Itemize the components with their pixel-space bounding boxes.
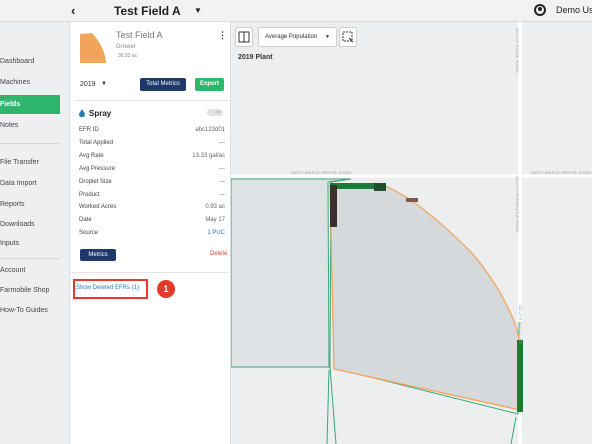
coverage-strip: [406, 198, 418, 202]
chevron-down-icon[interactable]: ▼: [101, 81, 107, 87]
map-layer-select-value: Average Population: [265, 34, 318, 40]
efr-row-value: ---: [219, 179, 225, 185]
efr-row-key: Avg Rate: [79, 153, 104, 159]
metrics-button[interactable]: Metrics: [80, 249, 116, 261]
sidebar-item-file-transfer[interactable]: File Transfer: [0, 154, 60, 172]
efr-toggle[interactable]: OFF: [207, 109, 223, 116]
field-shape-icon: [80, 33, 106, 63]
efr-row-key: Droplet Size: [79, 179, 112, 185]
efr-row-value: May 17: [205, 217, 225, 223]
efr-row-value: ---: [219, 140, 225, 146]
card-divider: [70, 272, 231, 273]
toggle-label: OFF: [215, 110, 221, 114]
efr-card: Spray OFF EFR ID abc123d01 Total Applied -…: [75, 100, 229, 290]
efr-row: Total Applied ---: [79, 137, 225, 149]
field-owner: Grower: [116, 44, 136, 50]
sidebar-item-reports[interactable]: Reports: [0, 196, 60, 214]
top-bar: ‹ Test Field A ▼ Demo User: [0, 0, 592, 22]
field-title[interactable]: Test Field A: [114, 4, 181, 18]
highlight-box: [73, 279, 148, 299]
sidebar-item-machines[interactable]: Machines: [0, 74, 60, 92]
efr-row: Worked Acres 0.93 ac: [79, 201, 225, 213]
efr-row: Droplet Size ---: [79, 176, 225, 188]
efr-row-value: ---: [219, 192, 225, 198]
chevron-down-icon[interactable]: ▼: [194, 6, 202, 15]
efr-row-value: 13.33 gal/ac: [192, 153, 225, 159]
efr-row: Source 1 PUC: [79, 227, 225, 239]
efr-row: Date May 17: [79, 214, 225, 226]
sidebar-divider: [0, 258, 60, 259]
efr-row-key: Total Applied: [79, 140, 114, 146]
coverage-strip: [374, 183, 386, 191]
coverage-strip: [330, 185, 337, 227]
efr-row-value: 0.93 ac: [205, 204, 225, 210]
map-view[interactable]: Average Population ▼ 2019 Plant WEST MAP…: [231, 22, 592, 444]
user-account-icon[interactable]: [534, 4, 546, 16]
sidebar-divider: [0, 143, 60, 144]
user-name[interactable]: Demo User: [556, 5, 592, 15]
road-label: SOUTH RIDGE ROAD: [515, 27, 521, 74]
year-select[interactable]: 2019: [80, 81, 96, 88]
select-area-icon[interactable]: [339, 27, 357, 47]
field-detail-panel: Test Field A Grower 36.53 ac ⋮ 2019 ▼ To…: [70, 22, 231, 444]
efr-title: Spray: [89, 109, 112, 118]
total-metrics-button[interactable]: Total Metrics: [140, 78, 186, 91]
sidebar: Dashboard Machines Fields Notes File Tra…: [0, 22, 70, 444]
coverage-strip: [517, 340, 523, 412]
app-root: ‹ Test Field A ▼ Demo User Dashboard Mac…: [0, 0, 592, 444]
efr-row: EFR ID abc123d01: [79, 124, 225, 136]
layout-toggle-icon[interactable]: [235, 27, 253, 47]
road-label: SOUTH RIDGEVIEW ROAD: [514, 176, 520, 233]
sidebar-item-how-to-guides[interactable]: How-To Guides: [0, 302, 60, 320]
efr-row-key: Product: [79, 192, 100, 198]
sidebar-item-fields[interactable]: Fields: [0, 95, 60, 114]
more-options-icon[interactable]: ⋮: [218, 30, 227, 41]
step-callout: 1: [157, 280, 175, 298]
efr-row-value: abc123d01: [195, 127, 225, 133]
sidebar-item-inputs[interactable]: Inputs: [0, 235, 60, 253]
chevron-down-icon: ▼: [325, 34, 330, 40]
delete-button[interactable]: Delete: [210, 251, 227, 257]
efr-row: Avg Rate 13.33 gal/ac: [79, 150, 225, 162]
export-button[interactable]: Export: [195, 78, 224, 91]
source-link[interactable]: 1 PUC: [207, 227, 225, 239]
road-label: WEST MAPLE GROVE ROAD: [531, 170, 592, 175]
map-canvas[interactable]: [231, 22, 592, 444]
sidebar-item-downloads[interactable]: Downloads: [0, 216, 60, 234]
road-label: WEST MAPLE GROVE ROAD: [291, 170, 352, 175]
efr-row-key: Worked Acres: [79, 204, 117, 210]
field-name: Test Field A: [116, 30, 163, 40]
map-layer-select[interactable]: Average Population ▼: [258, 27, 337, 47]
efr-row: Avg Pressure ---: [79, 163, 225, 175]
efr-row-key: Source: [79, 230, 99, 236]
efr-row-key: EFR ID: [79, 127, 99, 133]
chevron-left-icon[interactable]: ‹: [71, 3, 75, 18]
sidebar-item-shop[interactable]: Farmobile Shop: [0, 282, 60, 300]
efr-row-key: Avg Pressure: [79, 166, 115, 172]
sidebar-item-data-import[interactable]: Data Import: [0, 175, 60, 193]
droplet-icon: [79, 109, 85, 117]
efr-row-value: ---: [219, 166, 225, 172]
sidebar-item-dashboard[interactable]: Dashboard: [0, 53, 60, 71]
efr-row-key: Date: [79, 217, 92, 223]
sidebar-item-notes[interactable]: Notes: [0, 117, 60, 135]
field-acres: 36.53 ac: [118, 53, 138, 59]
sidebar-item-account[interactable]: Account: [0, 262, 60, 280]
plant-label: 2019 Plant: [238, 54, 273, 61]
efr-row: Product ---: [79, 189, 225, 201]
road-label: SOUTH RIDGE RD: [517, 305, 523, 344]
